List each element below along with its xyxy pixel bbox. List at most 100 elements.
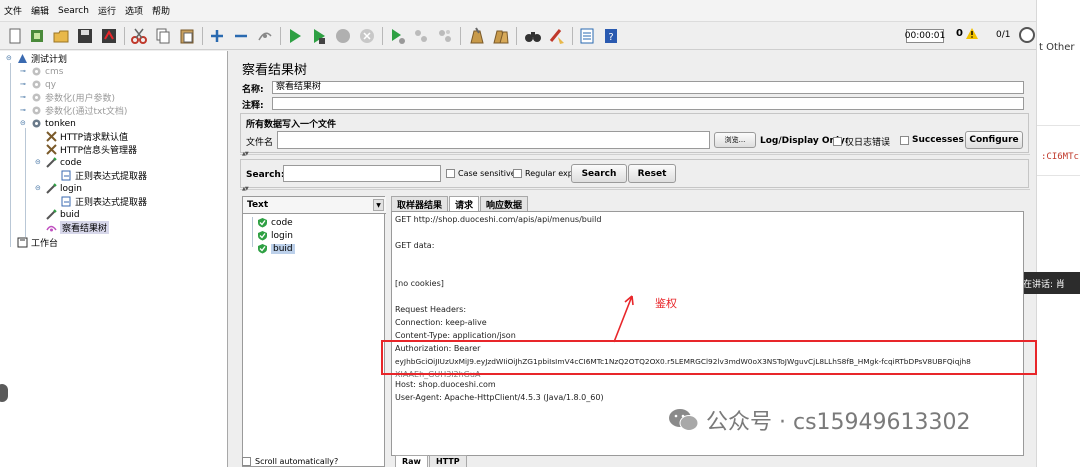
tree-node-cms[interactable]: cms xyxy=(31,65,63,78)
filename-input[interactable] xyxy=(277,131,710,149)
binoculars-icon[interactable] xyxy=(522,25,544,47)
tree-node-qy[interactable]: qy xyxy=(31,78,56,91)
collapse-icon[interactable] xyxy=(230,25,252,47)
sampler-pen-icon xyxy=(46,183,57,194)
remote-status-icon xyxy=(1019,27,1035,43)
tree-node-regex-1[interactable]: 正则表达式提取器 xyxy=(61,169,147,182)
toggle-icon[interactable] xyxy=(254,25,276,47)
background-code: :CI6MTc1 xyxy=(1041,152,1080,162)
tree-node-workbench[interactable]: 工作台 xyxy=(17,236,58,249)
menu-run[interactable]: 运行 xyxy=(98,4,116,17)
test-plan-tree: ⊝ 测试计划 ⊸ cms ⊸ qy ⊸ 参数化(用户参数) ⊸ 参数化(通过tx… xyxy=(0,51,228,467)
tab-response-data[interactable]: 响应数据 xyxy=(480,196,529,211)
menu-help[interactable]: 帮助 xyxy=(152,4,170,17)
test-plan-icon xyxy=(18,54,27,63)
clear-icon[interactable] xyxy=(466,25,488,47)
filename-label: 文件名 xyxy=(246,138,274,148)
configure-button[interactable]: Configure xyxy=(965,131,1023,149)
request-line: Request Headers: xyxy=(395,305,467,314)
clear-all-icon[interactable] xyxy=(490,25,512,47)
tree-node-tonken[interactable]: tonken xyxy=(31,117,76,130)
request-line: [no cookies] xyxy=(395,279,444,288)
warning-icon xyxy=(965,28,978,39)
thread-group-gear-icon xyxy=(32,67,41,76)
request-line: GET data: xyxy=(395,241,435,250)
toggle-icon[interactable]: ⊸ xyxy=(20,68,27,75)
search-input[interactable] xyxy=(283,165,441,182)
toggle-icon[interactable]: ⊸ xyxy=(20,94,27,101)
case-sensitive-checkbox[interactable]: Case sensitive xyxy=(446,169,516,178)
thread-group-gear-icon xyxy=(32,119,41,128)
toggle-icon[interactable]: ⊝ xyxy=(35,159,42,166)
new-icon[interactable] xyxy=(4,25,26,47)
comment-input[interactable] xyxy=(272,97,1024,110)
tab-request[interactable]: 请求 xyxy=(449,196,480,211)
stop-icon[interactable] xyxy=(332,25,354,47)
menu-search[interactable]: Search xyxy=(58,6,89,16)
sample-item-buid[interactable]: buid xyxy=(257,242,295,255)
watermark: 公众号 · cs15949613302 xyxy=(668,404,971,436)
split-divider[interactable] xyxy=(240,186,1030,194)
errors-only-checkbox[interactable]: 仅日志错误 xyxy=(833,135,890,148)
remote-stop-icon[interactable] xyxy=(410,25,432,47)
listener-icon xyxy=(46,225,57,232)
sample-item-login[interactable]: login xyxy=(257,229,293,242)
renderer-select[interactable]: Text ▼ xyxy=(243,197,386,214)
search-button[interactable]: Search xyxy=(571,164,627,183)
menu-bar: 文件 编辑 Search 运行 选项 帮助 xyxy=(0,0,1036,22)
toggle-icon[interactable]: ⊝ xyxy=(35,185,42,192)
save-icon[interactable] xyxy=(74,25,96,47)
cut-icon[interactable] xyxy=(128,25,150,47)
reset-button[interactable]: Reset xyxy=(628,164,676,183)
toggle-icon[interactable]: ⊸ xyxy=(20,107,27,114)
open-icon[interactable] xyxy=(50,25,72,47)
other-tab-label: t Other xyxy=(1039,42,1075,53)
tree-node-regex-2[interactable]: 正则表达式提取器 xyxy=(61,195,147,208)
success-shield-icon xyxy=(258,231,267,241)
raw-http-tabs: Raw HTTP xyxy=(395,455,467,467)
menu-file[interactable]: 文件 xyxy=(4,4,22,17)
tree-node-test-plan[interactable]: 测试计划 xyxy=(17,52,67,65)
tree-node-header-manager[interactable]: HTTP信息头管理器 xyxy=(46,143,137,156)
auth-highlight-box xyxy=(381,340,1037,375)
tab-http[interactable]: HTTP xyxy=(428,455,467,467)
templates-icon[interactable] xyxy=(26,25,48,47)
menu-edit[interactable]: 编辑 xyxy=(31,4,49,17)
shutdown-icon[interactable] xyxy=(356,25,378,47)
help-icon[interactable]: ? xyxy=(600,25,622,47)
sample-item-code[interactable]: code xyxy=(257,216,293,229)
toggle-icon[interactable]: ⊝ xyxy=(20,120,27,127)
toggle-icon[interactable]: ⊸ xyxy=(20,81,27,88)
paste-icon[interactable] xyxy=(176,25,198,47)
function-helper-icon[interactable] xyxy=(576,25,598,47)
copy-icon[interactable] xyxy=(152,25,174,47)
reset-search-icon[interactable] xyxy=(546,25,568,47)
tree-node-code[interactable]: code xyxy=(46,156,82,169)
tree-node-http-defaults[interactable]: HTTP请求默认值 xyxy=(46,130,128,143)
tree-node-param-user[interactable]: 参数化(用户参数) xyxy=(31,91,115,104)
regex-checkbox[interactable]: Regular exp. xyxy=(513,169,575,178)
name-input[interactable]: 察看结果树 xyxy=(272,81,1024,94)
expand-icon[interactable] xyxy=(206,25,228,47)
tab-raw[interactable]: Raw xyxy=(395,455,428,467)
toggle-icon[interactable]: ⊝ xyxy=(6,55,13,62)
tree-node-result-tree[interactable]: 察看结果树 xyxy=(46,221,110,234)
post-processor-icon xyxy=(61,170,71,181)
splitter-handle[interactable] xyxy=(0,384,8,402)
successes-checkbox[interactable]: Successes xyxy=(900,135,964,145)
sampler-pen-icon xyxy=(46,209,57,220)
tree-node-buid[interactable]: buid xyxy=(46,208,80,221)
browse-button[interactable]: 浏览... xyxy=(714,132,756,148)
tab-sampler-result[interactable]: 取样器结果 xyxy=(391,196,449,211)
start-icon[interactable] xyxy=(284,25,306,47)
remote-start-icon[interactable] xyxy=(386,25,408,47)
menu-options[interactable]: 选项 xyxy=(125,4,143,17)
tree-node-login[interactable]: login xyxy=(46,182,82,195)
scroll-auto-checkbox[interactable]: Scroll automatically? xyxy=(242,457,338,466)
start-no-pause-icon[interactable] xyxy=(308,25,330,47)
tree-node-param-txt[interactable]: 参数化(通过txt文档) xyxy=(31,104,127,117)
warning-counter[interactable]: 0 xyxy=(956,28,978,39)
remote-exit-icon[interactable] xyxy=(434,25,456,47)
save-as-icon[interactable] xyxy=(98,25,120,47)
chevron-down-icon: ▼ xyxy=(373,199,384,211)
